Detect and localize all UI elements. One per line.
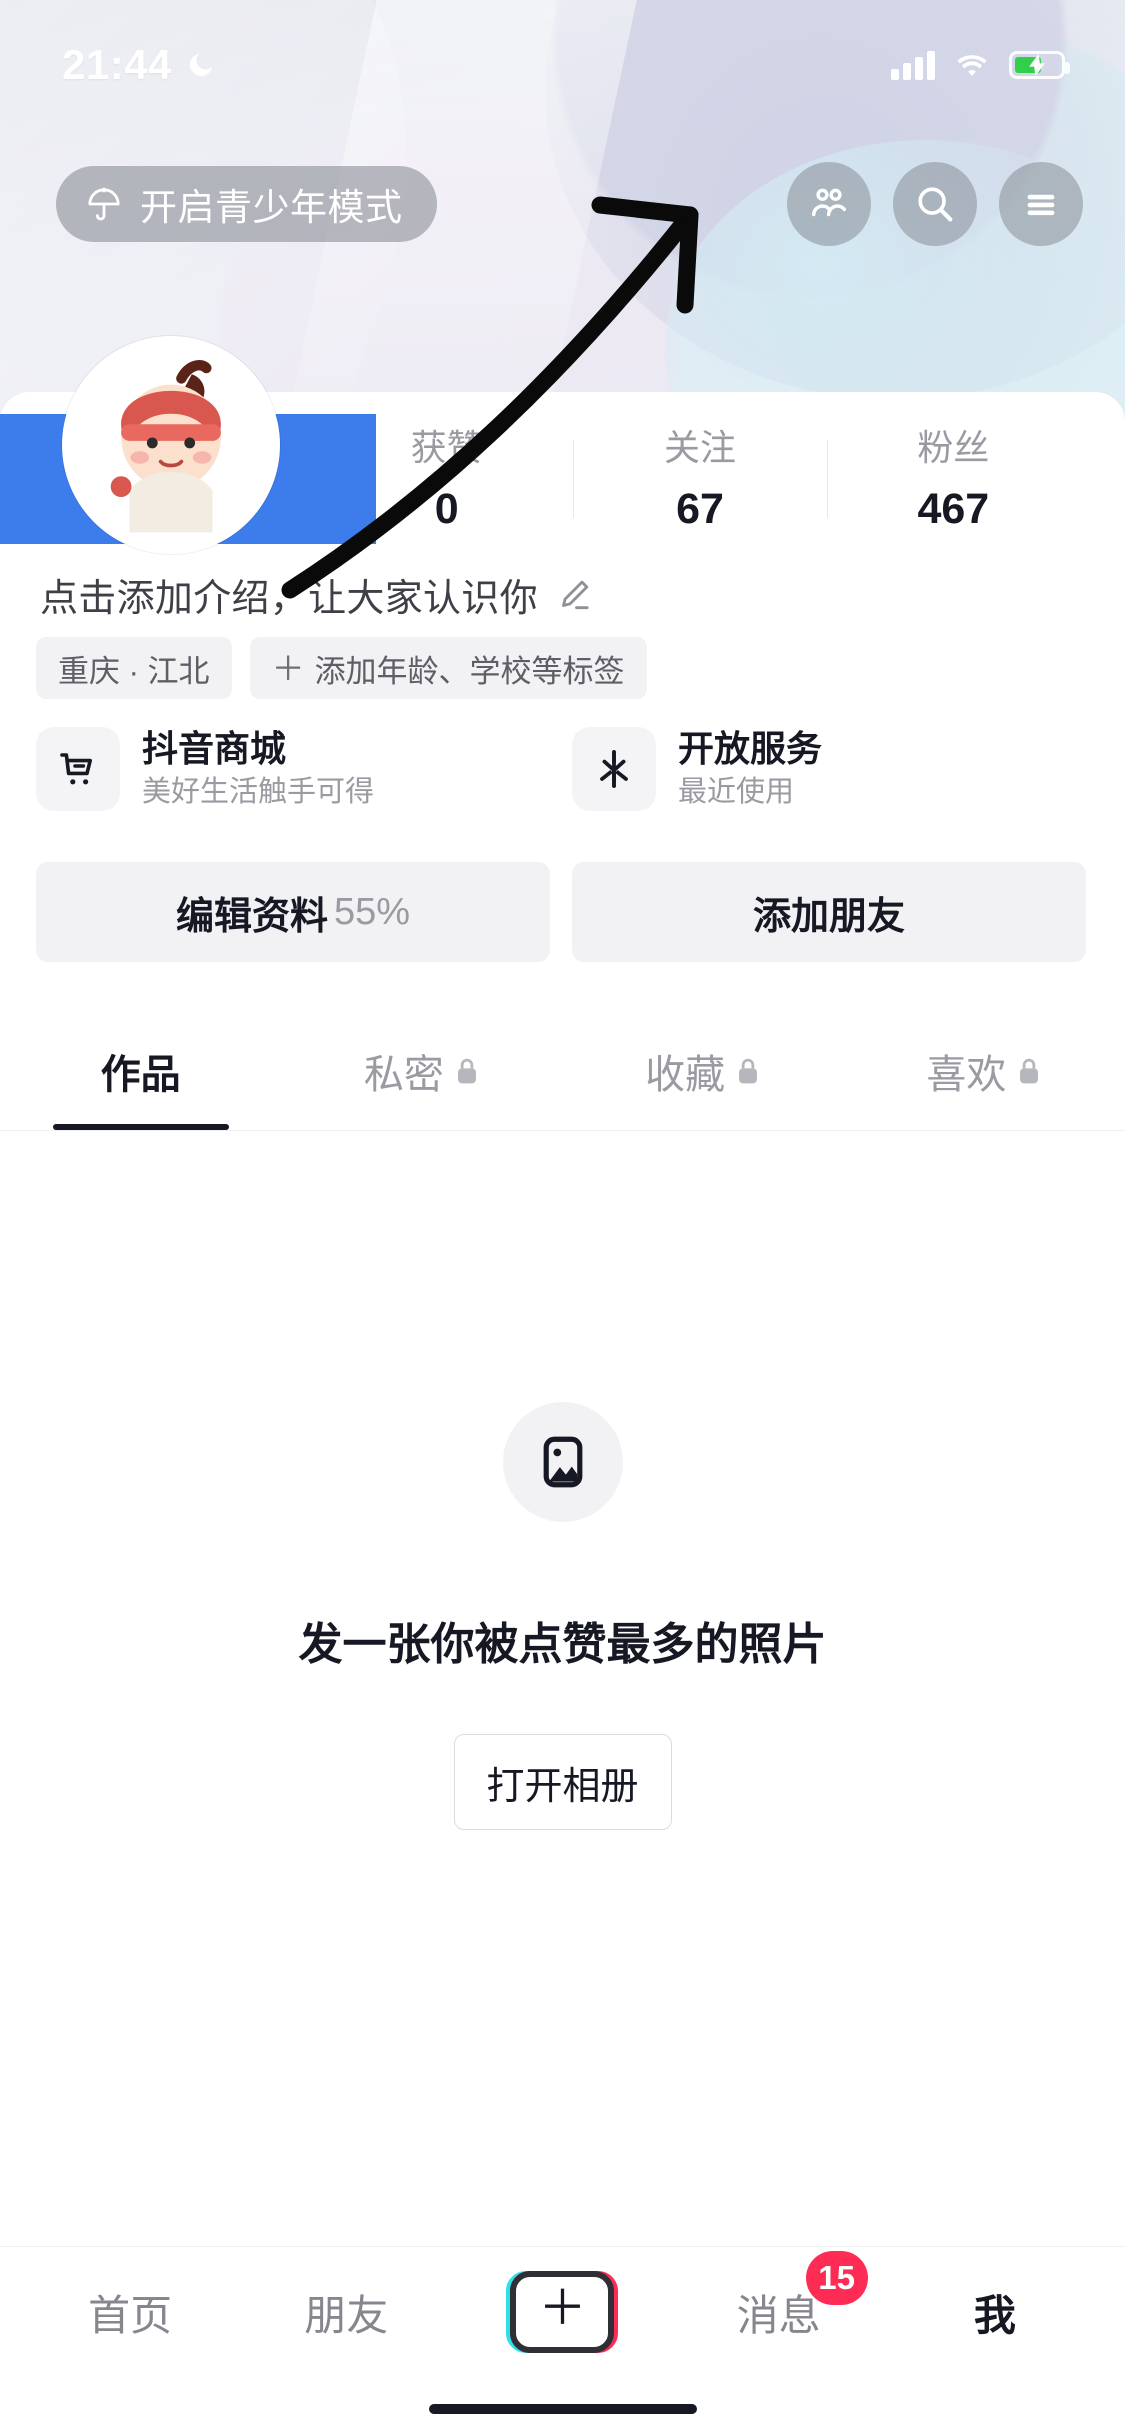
- plus-icon: ＋: [271, 649, 305, 687]
- menu-button[interactable]: [999, 162, 1083, 246]
- profile-sheet: 获赞 0 关注 67 粉丝 467 点击添加介绍，让大家认识你 重庆 · 江北 …: [0, 336, 1125, 2436]
- stat-following[interactable]: 关注 67: [573, 430, 826, 531]
- bio-placeholder-text: 点击添加介绍，让大家认识你: [40, 578, 538, 620]
- signal-bars-icon: [891, 50, 935, 80]
- nav-item-create[interactable]: ＋: [487, 2247, 637, 2377]
- teen-mode-button[interactable]: 开启青少年模式: [56, 166, 437, 242]
- card-subtitle: 美好生活触手可得: [142, 775, 375, 808]
- status-bar: 21:44: [0, 0, 1125, 100]
- lock-icon: [457, 1058, 476, 1084]
- nav-label: 首页: [88, 2291, 173, 2339]
- avatar-cartoon: [67, 341, 275, 549]
- stat-fans[interactable]: 粉丝 467: [826, 427, 1080, 533]
- edit-profile-label: 编辑资料: [175, 895, 328, 938]
- tag-location[interactable]: 重庆 · 江北: [36, 637, 232, 699]
- photo-placeholder-icon: [543, 1436, 582, 1488]
- tab-works[interactable]: 作品: [0, 1012, 281, 1130]
- open-service-icon: [599, 750, 629, 788]
- battery-charging-icon: [1009, 51, 1070, 79]
- card-texts: 开放服务 最近使用: [678, 729, 822, 808]
- plus-icon: ＋: [538, 2282, 587, 2335]
- lock-icon: [1020, 1058, 1039, 1084]
- tabs-divider: [0, 1130, 1125, 1131]
- profile-tags: 重庆 · 江北 ＋ 添加年龄、学校等标签: [36, 637, 647, 699]
- status-time: 21:44: [62, 41, 172, 88]
- stat-value: 67: [676, 485, 724, 533]
- card-douyin-mall[interactable]: 抖音商城 美好生活触手可得: [36, 727, 550, 811]
- create-button[interactable]: ＋: [506, 2271, 619, 2353]
- top-nav-icons: [787, 162, 1083, 246]
- friends-icon: [811, 188, 847, 217]
- tag-add-labels[interactable]: ＋ 添加年龄、学校等标签: [249, 637, 647, 699]
- moon-icon: [189, 53, 213, 77]
- tab-label: 私密: [363, 1053, 444, 1097]
- tab-favorites[interactable]: 收藏: [563, 1012, 844, 1130]
- tag-label: 重庆 · 江北: [58, 653, 210, 689]
- card-title: 开放服务: [678, 728, 823, 770]
- tab-label: 作品: [100, 1053, 181, 1097]
- edit-profile-button[interactable]: 编辑资料 55%: [36, 862, 550, 962]
- teen-mode-label: 开启青少年模式: [140, 187, 403, 228]
- profile-stats: 获赞 0 关注 67 粉丝 467: [320, 430, 1080, 531]
- stat-value: 467: [917, 485, 990, 533]
- nav-item-friends[interactable]: 朋友: [271, 2247, 421, 2377]
- nav-label: 朋友: [304, 2291, 389, 2339]
- card-open-service[interactable]: 开放服务 最近使用: [572, 727, 1086, 811]
- umbrella-icon: [88, 187, 120, 221]
- avatar[interactable]: [62, 336, 280, 554]
- nav-item-home[interactable]: 首页: [55, 2247, 205, 2377]
- tag-label: 添加年龄、学校等标签: [314, 653, 625, 689]
- nav-label: 消息: [736, 2291, 821, 2339]
- card-title: 抖音商城: [142, 728, 287, 770]
- tab-label: 收藏: [645, 1053, 726, 1097]
- card-texts: 抖音商城 美好生活触手可得: [142, 729, 374, 808]
- edit-profile-progress: 55%: [333, 890, 411, 933]
- add-friend-button[interactable]: 添加朋友: [572, 862, 1086, 962]
- home-indicator: [428, 2404, 697, 2414]
- card-icon-wrap: [36, 727, 120, 811]
- open-album-button[interactable]: 打开相册: [453, 1734, 672, 1830]
- nav-label: 我: [973, 2291, 1016, 2339]
- tab-label: 喜欢: [926, 1053, 1007, 1097]
- tab-likes[interactable]: 喜欢: [844, 1012, 1125, 1130]
- top-navigation-bar: 开启青少年模式: [0, 152, 1125, 256]
- profile-actions: 编辑资料 55% 添加朋友: [36, 862, 1086, 962]
- stat-label: 关注: [663, 427, 736, 468]
- search-button[interactable]: [893, 162, 977, 246]
- shopping-cart-icon: [60, 753, 92, 785]
- status-bar-left: 21:44: [62, 41, 216, 89]
- card-icon-wrap: [572, 727, 656, 811]
- search-icon: [918, 187, 953, 222]
- friends-button[interactable]: [787, 162, 871, 246]
- status-bar-right: [891, 50, 1070, 80]
- nav-item-messages[interactable]: 消息 15: [704, 2247, 868, 2377]
- service-cards: 抖音商城 美好生活触手可得 开放服务 最近使用: [36, 727, 1086, 811]
- nav-item-me[interactable]: 我: [920, 2247, 1070, 2377]
- bottom-nav-items: 首页 朋友 ＋ 消息 15 我: [0, 2247, 1125, 2377]
- bottom-navigation-bar: 首页 朋友 ＋ 消息 15 我: [0, 2246, 1125, 2436]
- card-subtitle: 最近使用: [678, 775, 795, 808]
- add-friend-label: 添加朋友: [752, 895, 905, 938]
- bio-row[interactable]: 点击添加介绍，让大家认识你: [40, 567, 594, 622]
- empty-state: 发一张你被点赞最多的照片 打开相册: [0, 1402, 1125, 1830]
- lock-icon: [739, 1058, 758, 1084]
- create-button-face: ＋: [510, 2271, 615, 2353]
- unread-badge: 15: [805, 2251, 868, 2305]
- empty-state-title: 发一张你被点赞最多的照片: [298, 1620, 827, 1669]
- empty-state-icon-circle: [502, 1402, 623, 1522]
- tab-private[interactable]: 私密: [281, 1012, 562, 1130]
- hamburger-menu-icon: [1027, 194, 1055, 216]
- stat-label: 粉丝: [917, 427, 990, 468]
- content-tabs: 作品 私密 收藏 喜欢: [0, 1012, 1125, 1130]
- pencil-icon: [561, 580, 589, 609]
- wifi-icon: [957, 55, 987, 77]
